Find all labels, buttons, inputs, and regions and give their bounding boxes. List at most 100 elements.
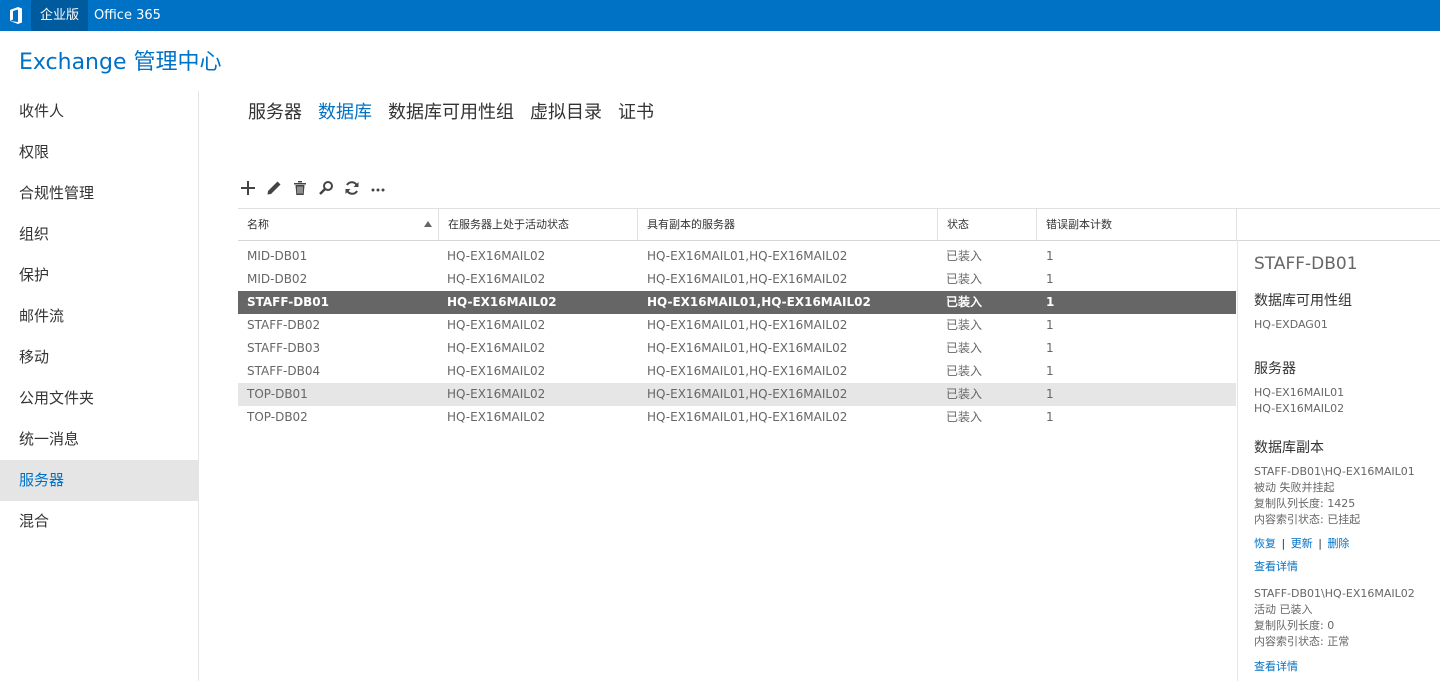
nav-item-permissions[interactable]: 权限	[0, 132, 198, 173]
refresh-icon[interactable]	[343, 178, 361, 198]
cell-status: 已装入	[946, 341, 983, 355]
servers-heading: 服务器	[1254, 361, 1296, 377]
cell-servers-with-copies: HQ-EX16MAIL01,HQ-EX16MAIL02	[647, 249, 848, 263]
cell-name: STAFF-DB02	[247, 318, 321, 332]
nav-item-hybrid[interactable]: 混合	[0, 501, 198, 542]
cell-servers-with-copies: HQ-EX16MAIL01,HQ-EX16MAIL02	[647, 341, 848, 355]
toolbar	[239, 177, 387, 199]
search-icon[interactable]	[317, 178, 335, 198]
view-details-link[interactable]: 查看详情	[1254, 560, 1298, 573]
nav-item-protection[interactable]: 保护	[0, 255, 198, 296]
cell-bad-copy-count: 1	[1046, 410, 1054, 424]
edit-icon[interactable]	[265, 178, 283, 198]
tab-virtual-directories[interactable]: 虚拟目录	[530, 98, 602, 124]
table-row-hover[interactable]: TOP-DB01 HQ-EX16MAIL02 HQ-EX16MAIL01,HQ-…	[238, 383, 1236, 406]
nav-item-mail-flow[interactable]: 邮件流	[0, 296, 198, 337]
column-header-bad-copy-count[interactable]: 错误副本计数	[1037, 209, 1237, 240]
table-row[interactable]: MID-DB02 HQ-EX16MAIL02 HQ-EX16MAIL01,HQ-…	[238, 268, 1236, 291]
nav-item-unified-messaging[interactable]: 统一消息	[0, 419, 198, 460]
nav-item-recipients[interactable]: 收件人	[0, 91, 198, 132]
view-details-link[interactable]: 查看详情	[1254, 660, 1298, 673]
cell-active-server: HQ-EX16MAIL02	[447, 341, 546, 355]
tab-certificates[interactable]: 证书	[618, 98, 654, 124]
cell-bad-copy-count: 1	[1046, 364, 1054, 378]
nav-item-public-folders[interactable]: 公用文件夹	[0, 378, 198, 419]
copy2-details-row: 查看详情	[1254, 658, 1298, 674]
copy2-index-state: 内容索引状态: 正常	[1254, 635, 1350, 648]
tab-servers[interactable]: 服务器	[248, 98, 302, 124]
cell-name: STAFF-DB03	[247, 341, 321, 355]
cell-active-server: HQ-EX16MAIL02	[447, 249, 546, 263]
table-row[interactable]: STAFF-DB04 HQ-EX16MAIL02 HQ-EX16MAIL01,H…	[238, 360, 1236, 383]
cell-status: 已装入	[946, 364, 983, 378]
cell-servers-with-copies: HQ-EX16MAIL01,HQ-EX16MAIL02	[647, 410, 848, 424]
copy1-details-row: 查看详情	[1254, 558, 1298, 574]
cell-active-server: HQ-EX16MAIL02	[447, 410, 546, 424]
table-row[interactable]: MID-DB01 HQ-EX16MAIL02 HQ-EX16MAIL01,HQ-…	[238, 245, 1236, 268]
add-icon[interactable]	[239, 178, 257, 198]
dag-value: HQ-EXDAG01	[1254, 318, 1328, 331]
column-header-name[interactable]: 名称	[238, 209, 439, 240]
table-row[interactable]: STAFF-DB02 HQ-EX16MAIL02 HQ-EX16MAIL01,H…	[238, 314, 1236, 337]
column-header-active-server[interactable]: 在服务器上处于活动状态	[439, 209, 638, 240]
copy1-name: STAFF-DB01\HQ-EX16MAIL01	[1254, 465, 1415, 478]
cell-status: 已装入	[946, 272, 983, 286]
left-nav: 收件人 权限 合规性管理 组织 保护 邮件流 移动 公用文件夹 统一消息 服务器…	[0, 91, 199, 681]
cell-name: MID-DB01	[247, 249, 308, 263]
separator: |	[1281, 537, 1286, 550]
cell-active-server: HQ-EX16MAIL02	[447, 364, 546, 378]
copy1-actions: 恢复 | 更新 | 删除	[1254, 535, 1349, 551]
cell-servers-with-copies: HQ-EX16MAIL01,HQ-EX16MAIL02	[647, 318, 848, 332]
dag-heading: 数据库可用性组	[1254, 293, 1352, 309]
cell-bad-copy-count: 1	[1046, 341, 1054, 355]
delete-icon[interactable]	[291, 178, 309, 198]
cell-name: TOP-DB01	[247, 387, 308, 401]
cell-active-server: HQ-EX16MAIL02	[447, 387, 546, 401]
nav-item-organization[interactable]: 组织	[0, 214, 198, 255]
table-row[interactable]: STAFF-DB03 HQ-EX16MAIL02 HQ-EX16MAIL01,H…	[238, 337, 1236, 360]
table-row-selected[interactable]: STAFF-DB01 HQ-EX16MAIL02 HQ-EX16MAIL01,H…	[238, 291, 1236, 314]
tab-dag[interactable]: 数据库可用性组	[388, 98, 514, 124]
nav-item-servers[interactable]: 服务器	[0, 460, 198, 501]
table-row[interactable]: TOP-DB02 HQ-EX16MAIL02 HQ-EX16MAIL01,HQ-…	[238, 406, 1236, 429]
cell-active-server: HQ-EX16MAIL02	[447, 318, 546, 332]
column-header-status[interactable]: 状态	[938, 209, 1037, 240]
separator: |	[1318, 537, 1322, 550]
product-name[interactable]: Office 365	[94, 0, 161, 31]
sub-nav: 服务器 数据库 数据库可用性组 虚拟目录 证书	[248, 98, 654, 124]
cell-bad-copy-count: 1	[1046, 249, 1054, 263]
copies-heading: 数据库副本	[1254, 440, 1324, 456]
column-header-servers-with-copies[interactable]: 具有副本的服务器	[638, 209, 938, 240]
cell-servers-with-copies: HQ-EX16MAIL01,HQ-EX16MAIL02	[647, 272, 848, 286]
cell-servers-with-copies: HQ-EX16MAIL01,HQ-EX16MAIL02	[647, 295, 871, 309]
server-item: HQ-EX16MAIL01	[1254, 386, 1345, 399]
grid-rows: MID-DB01 HQ-EX16MAIL02 HQ-EX16MAIL01,HQ-…	[238, 245, 1236, 429]
cell-active-server: HQ-EX16MAIL02	[447, 272, 546, 286]
resume-link[interactable]: 恢复	[1254, 537, 1276, 550]
server-item: HQ-EX16MAIL02	[1254, 402, 1345, 415]
cell-status: 已装入	[946, 295, 983, 309]
copy2-queue-length: 复制队列长度: 0	[1254, 619, 1335, 632]
cell-status: 已装入	[946, 318, 983, 332]
cell-name: TOP-DB02	[247, 410, 308, 424]
top-bar: 企业版 Office 365	[0, 0, 1440, 31]
details-pane: STAFF-DB01 数据库可用性组 HQ-EXDAG01 服务器 HQ-EX1…	[1237, 240, 1440, 681]
cell-name: STAFF-DB01	[247, 295, 329, 309]
copy2-status: 活动 已装入	[1254, 603, 1313, 616]
office-logo-icon[interactable]	[0, 0, 31, 31]
nav-item-compliance[interactable]: 合规性管理	[0, 173, 198, 214]
more-icon[interactable]	[369, 178, 387, 198]
cell-bad-copy-count: 1	[1046, 295, 1055, 309]
sort-ascending-icon	[424, 221, 432, 227]
nav-item-mobile[interactable]: 移动	[0, 337, 198, 378]
update-link[interactable]: 更新	[1291, 537, 1313, 550]
page-title: Exchange 管理中心	[19, 50, 222, 75]
tab-databases[interactable]: 数据库	[318, 98, 372, 124]
edition-link[interactable]: 企业版	[31, 0, 89, 31]
delete-link[interactable]: 删除	[1327, 537, 1349, 550]
column-header-name-label: 名称	[247, 218, 269, 231]
cell-active-server: HQ-EX16MAIL02	[447, 295, 557, 309]
grid-header: 名称 在服务器上处于活动状态 具有副本的服务器 状态 错误副本计数	[238, 208, 1440, 241]
cell-status: 已装入	[946, 387, 983, 401]
cell-name: STAFF-DB04	[247, 364, 321, 378]
